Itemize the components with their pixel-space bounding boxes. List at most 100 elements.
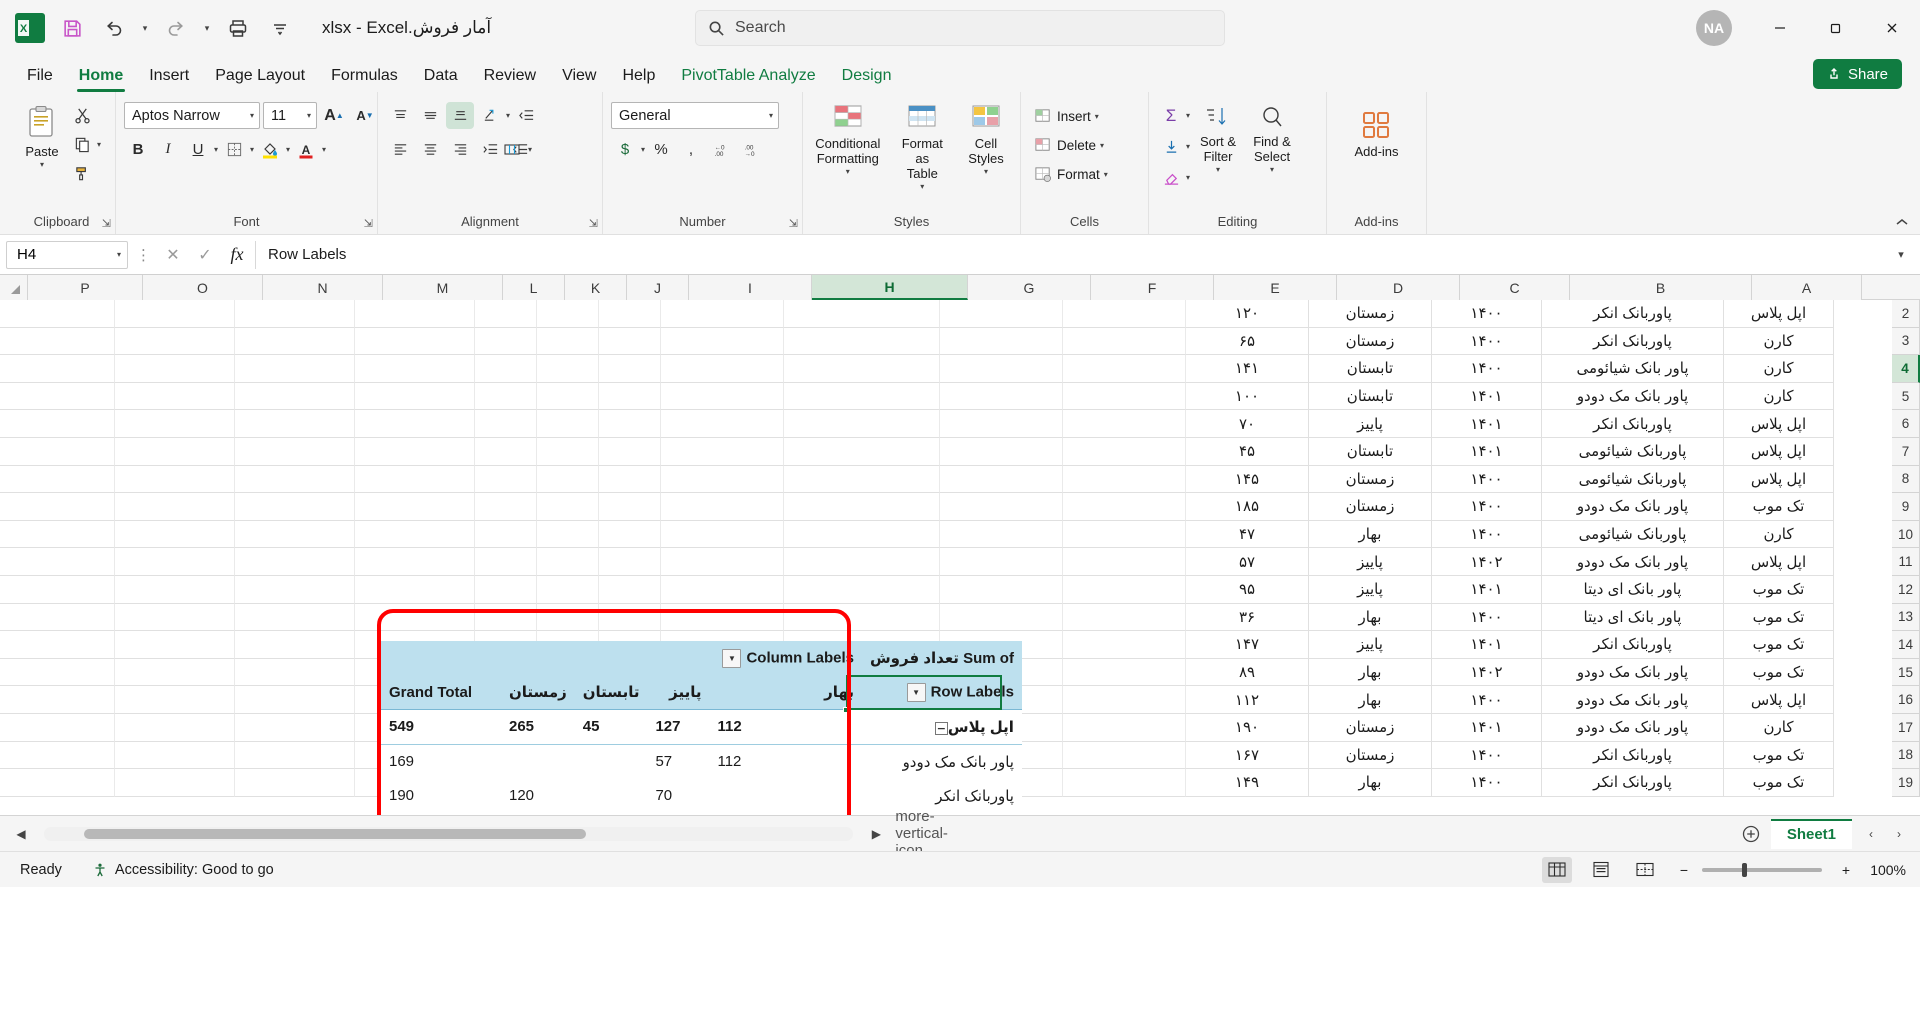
grid-cell-O4[interactable]	[115, 355, 235, 383]
grid-cell-O13[interactable]	[115, 604, 235, 632]
grid-cell-H4[interactable]	[784, 355, 940, 383]
tab-home[interactable]: Home	[66, 60, 136, 92]
column-header-P[interactable]: P	[28, 275, 143, 300]
cut-icon[interactable]	[68, 102, 96, 129]
pivot-value-0-2[interactable]: 45	[575, 710, 648, 744]
grid-cell-J2[interactable]	[599, 300, 661, 328]
grid-cell-M4[interactable]	[355, 355, 475, 383]
add-ins-button[interactable]: Add-ins	[1348, 106, 1404, 164]
grid-cell-L7[interactable]	[475, 438, 537, 466]
grid-cell-N14[interactable]	[235, 631, 355, 659]
fill-handle[interactable]	[843, 707, 849, 713]
grid-cell-I9[interactable]	[661, 493, 784, 521]
normal-view-icon[interactable]	[1542, 857, 1572, 883]
grid-cell-M2[interactable]	[355, 300, 475, 328]
name-box[interactable]: H4 ▾	[6, 241, 128, 269]
sort-filter-dropdown-icon[interactable]: ▾	[1216, 165, 1220, 174]
grid-cell-A10[interactable]: کارن	[1724, 521, 1834, 549]
grid-cell-A15[interactable]: تک موب	[1724, 659, 1834, 687]
grid-cell-M11[interactable]	[355, 548, 475, 576]
grid-cell-L2[interactable]	[475, 300, 537, 328]
font-color-icon[interactable]: A	[292, 136, 320, 163]
grid-cell-E6[interactable]: ۷۰	[1186, 410, 1309, 438]
grid-cell-N16[interactable]	[235, 686, 355, 714]
decrease-decimal-icon[interactable]: .00→0	[737, 136, 765, 163]
grid-cell-L5[interactable]	[475, 383, 537, 411]
sheet-tab-sheet1[interactable]: Sheet1	[1771, 819, 1852, 849]
format-as-table-dropdown-icon[interactable]: ▾	[920, 182, 924, 191]
grid-cell-C3[interactable]: ۱۴۰۰	[1432, 328, 1542, 356]
pivot-row-label-1[interactable]: پاور بانک مک دودو	[862, 744, 1022, 778]
grid-cell-G2[interactable]	[940, 300, 1063, 328]
grid-cell-N9[interactable]	[235, 493, 355, 521]
share-button[interactable]: Share	[1813, 59, 1902, 89]
underline-icon[interactable]: U	[184, 136, 212, 163]
format-painter-icon[interactable]	[68, 160, 96, 187]
grid-cell-F19[interactable]	[1063, 769, 1186, 797]
pivot-column-header-4[interactable]: Grand Total	[381, 675, 501, 709]
accessibility-status[interactable]: Accessibility: Good to go	[86, 860, 280, 880]
column-header-C[interactable]: C	[1460, 275, 1570, 300]
grid-cell-F6[interactable]	[1063, 410, 1186, 438]
grid-cell-D15[interactable]: بهار	[1309, 659, 1432, 687]
page-layout-view-icon[interactable]	[1586, 857, 1616, 883]
font-name-dropdown-icon[interactable]: ▾	[250, 111, 254, 120]
conditional-formatting-dropdown-icon[interactable]: ▾	[846, 167, 850, 176]
grid-cell-P17[interactable]	[0, 714, 115, 742]
grid-cell-A9[interactable]: تک موب	[1724, 493, 1834, 521]
grid-cell-F8[interactable]	[1063, 466, 1186, 494]
grid-cell-M10[interactable]	[355, 521, 475, 549]
font-size-dropdown-icon[interactable]: ▾	[307, 111, 311, 120]
row-header-16[interactable]: 16	[1892, 686, 1920, 714]
grid-cell-G13[interactable]	[940, 604, 1063, 632]
increase-indent-rtl-icon[interactable]	[512, 102, 540, 129]
pivot-column-header-0[interactable]: بهار	[709, 675, 862, 709]
insert-cells-dropdown-icon[interactable]: ▾	[1095, 112, 1099, 121]
pivot-value-2-4[interactable]: 190	[381, 779, 501, 813]
grid-cell-D8[interactable]: زمستان	[1309, 466, 1432, 494]
zoom-in-button[interactable]: +	[1836, 862, 1850, 878]
grid-cell-D5[interactable]: تابستان	[1309, 383, 1432, 411]
clipboard-dialog-launcher-icon[interactable]: ⇲	[102, 217, 111, 230]
borders-icon[interactable]	[220, 136, 248, 163]
grid-cell-I8[interactable]	[661, 466, 784, 494]
grid-cell-O7[interactable]	[115, 438, 235, 466]
cancel-entry-icon[interactable]: ✕	[159, 241, 187, 269]
grid-cell-D16[interactable]: بهار	[1309, 686, 1432, 714]
grid-cell-O19[interactable]	[115, 769, 235, 797]
pivot-row-labels-cell[interactable]: Row Labels▼	[862, 675, 1022, 709]
pivot-value-2-0[interactable]	[709, 779, 862, 813]
pivot-row-label-0[interactable]: اپل پلاس−	[862, 710, 1022, 744]
grid-cell-F11[interactable]	[1063, 548, 1186, 576]
grid-cell-G6[interactable]	[940, 410, 1063, 438]
grid-cell-P9[interactable]	[0, 493, 115, 521]
grid-cell-N15[interactable]	[235, 659, 355, 687]
grid-cell-E13[interactable]: ۳۶	[1186, 604, 1309, 632]
delete-cells-button[interactable]: Delete ▾	[1029, 132, 1109, 158]
grid-cell-P16[interactable]	[0, 686, 115, 714]
borders-dropdown-icon[interactable]: ▾	[250, 145, 254, 154]
grid-cell-F9[interactable]	[1063, 493, 1186, 521]
grid-cell-P11[interactable]	[0, 548, 115, 576]
pivot-value-2-1[interactable]: 70	[647, 779, 709, 813]
search-input[interactable]: Search	[695, 10, 1225, 46]
column-header-E[interactable]: E	[1214, 275, 1337, 300]
formula-bar-options-icon[interactable]: ⋮	[132, 246, 155, 264]
scroll-left-arrow[interactable]: ◀	[8, 821, 34, 847]
grid-cell-C19[interactable]: ۱۴۰۰	[1432, 769, 1542, 797]
comma-format-icon[interactable]: ,	[677, 136, 705, 163]
grid-cell-M8[interactable]	[355, 466, 475, 494]
grid-cell-K5[interactable]	[537, 383, 599, 411]
column-header-K[interactable]: K	[565, 275, 627, 300]
align-right-icon[interactable]	[446, 136, 474, 163]
grid-cell-F10[interactable]	[1063, 521, 1186, 549]
pivot-value-1-1[interactable]: 57	[647, 744, 709, 778]
grid-cell-P19[interactable]	[0, 769, 115, 797]
grid-cell-B4[interactable]: پاور بانک شیائومی	[1542, 355, 1724, 383]
row-header-12[interactable]: 12	[1892, 576, 1920, 604]
grid-cell-D17[interactable]: زمستان	[1309, 714, 1432, 742]
minimize-button[interactable]	[1752, 0, 1808, 56]
grid-cell-E14[interactable]: ۱۴۷	[1186, 631, 1309, 659]
sheet-nav-left[interactable]: ‹	[1858, 821, 1884, 847]
currency-dropdown-icon[interactable]: ▾	[641, 145, 645, 154]
